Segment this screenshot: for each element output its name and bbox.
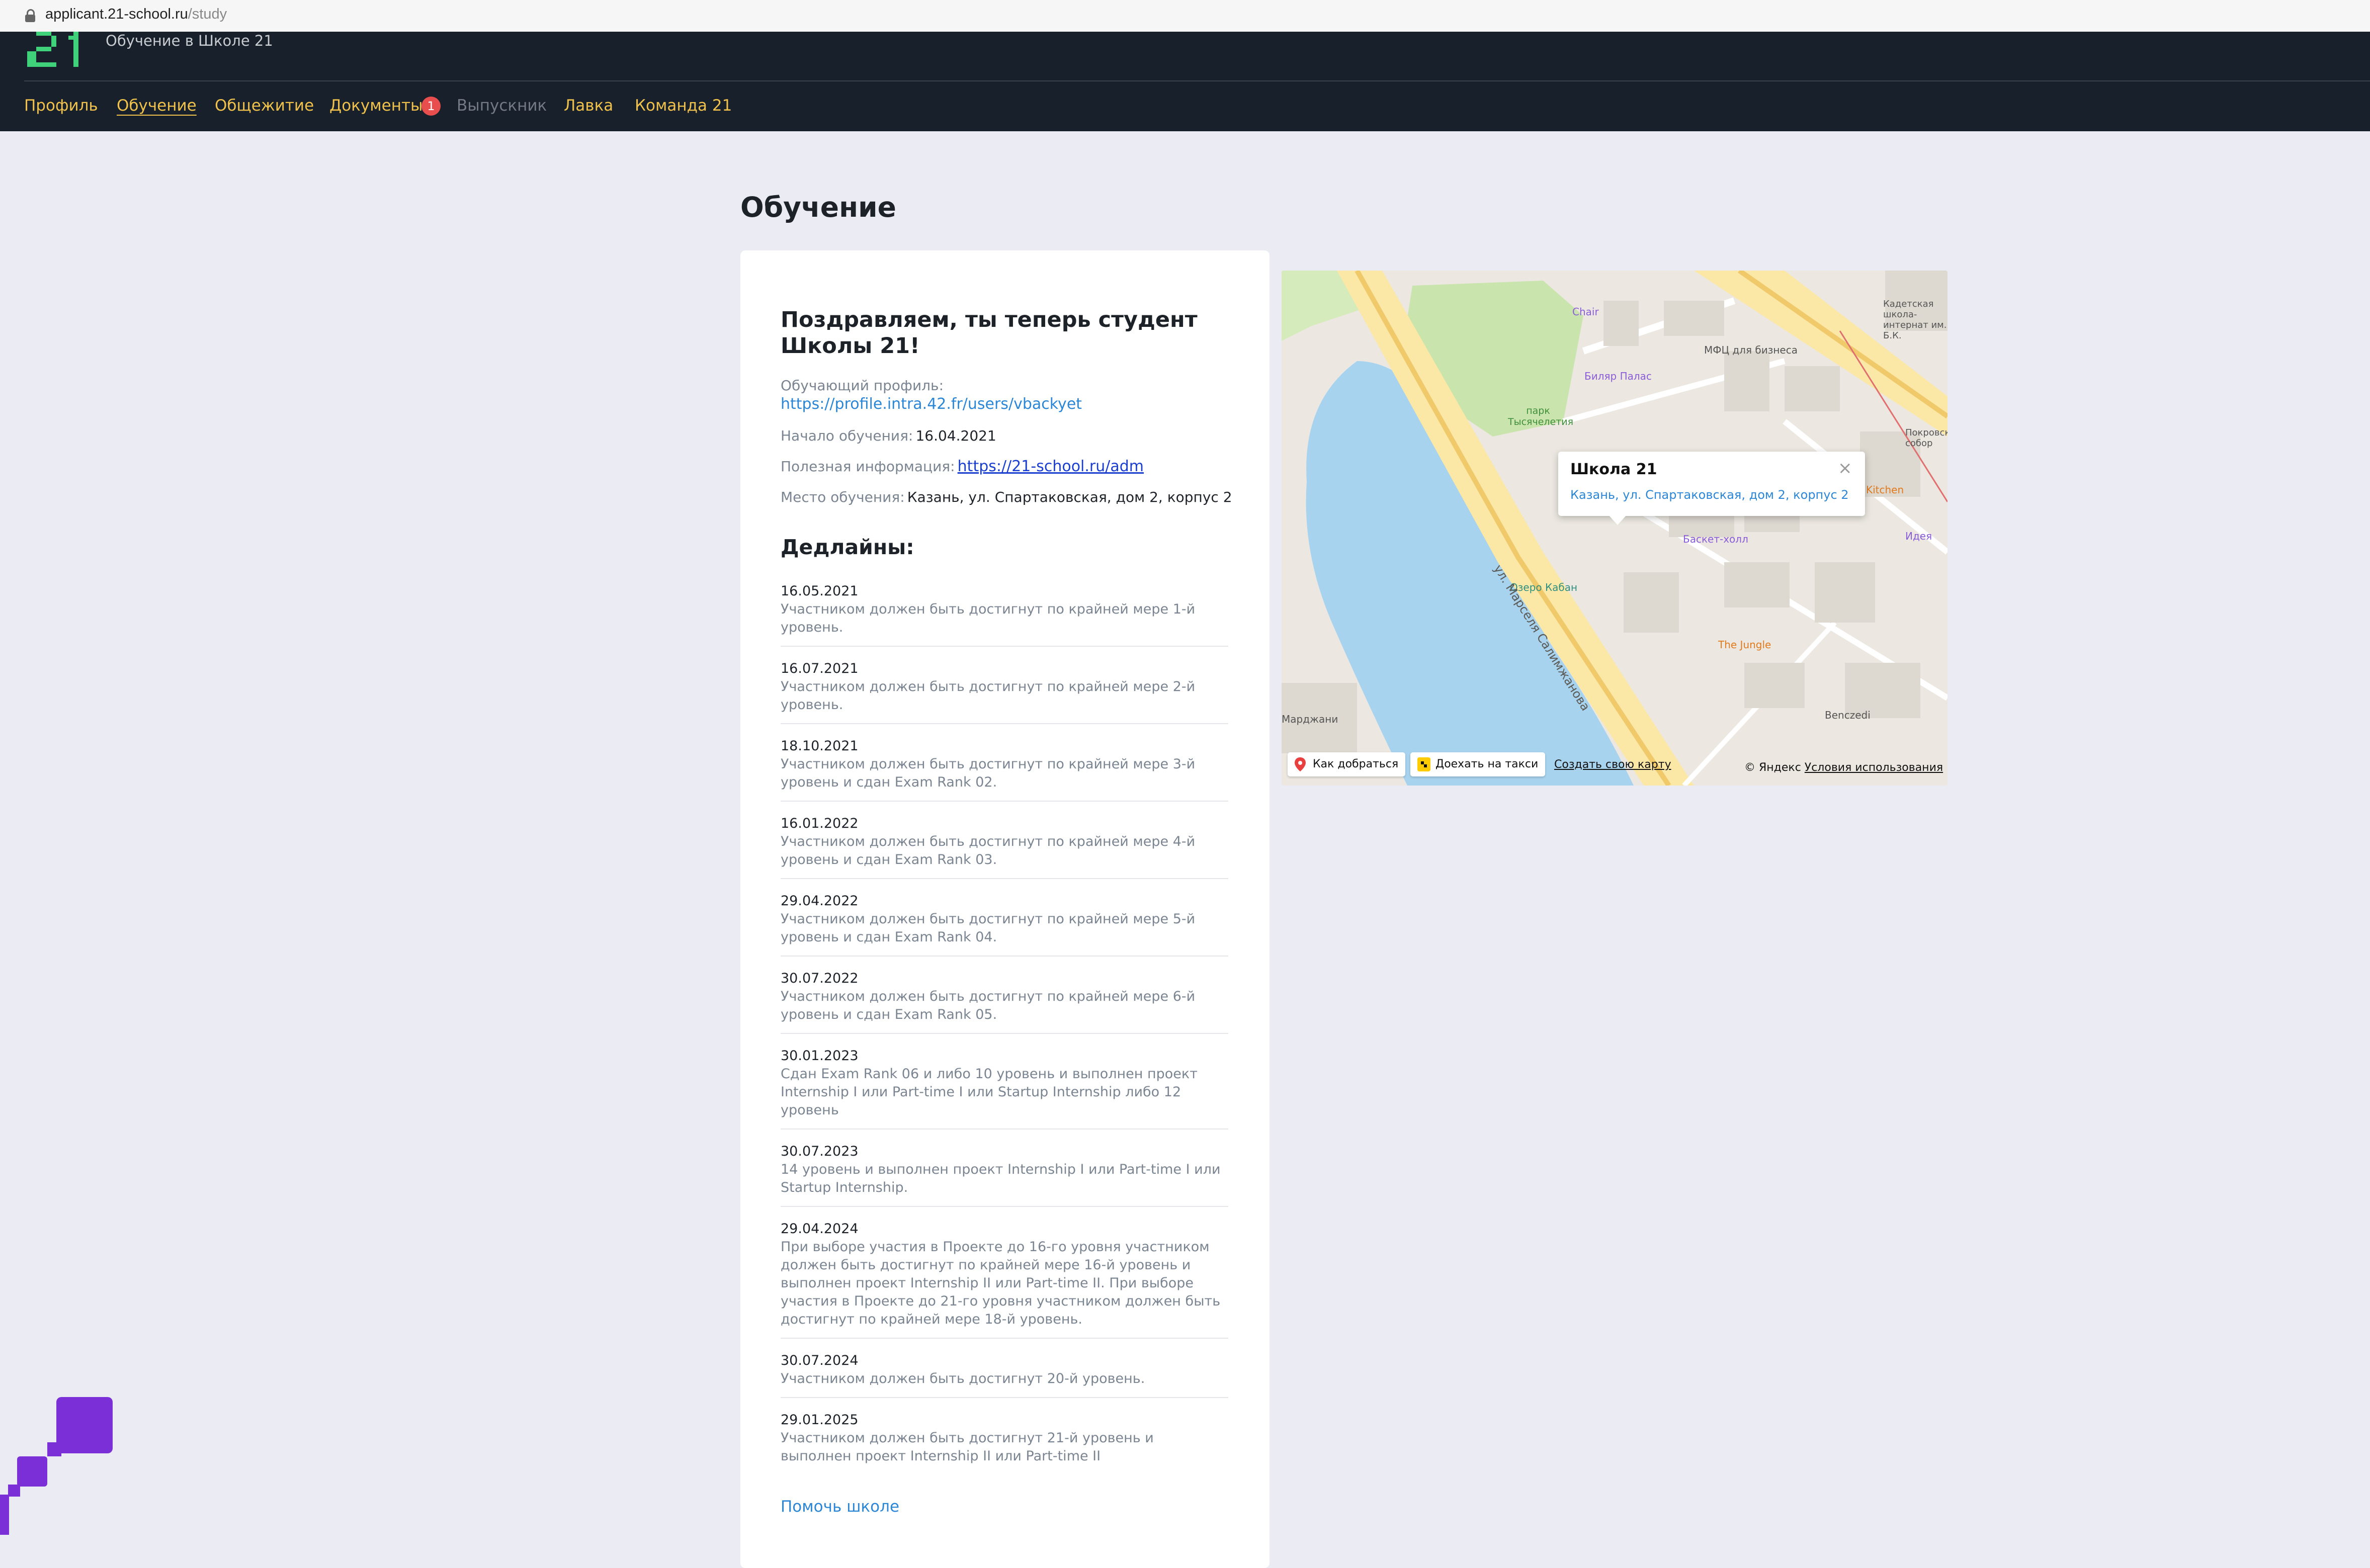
poi-benczedi[interactable]: Benczedi — [1825, 709, 1871, 721]
deadline-item: 16.05.2021 Участником должен быть достигн… — [781, 582, 1228, 647]
deadline-text: Участником должен быть достигнут 21-й ур… — [781, 1430, 1154, 1464]
top-navigation — [0, 32, 2370, 131]
deadline-date: 29.04.2024 — [781, 1221, 859, 1237]
poi-chair[interactable]: Chair — [1572, 306, 1599, 318]
url-path: /study — [188, 6, 227, 22]
popup-title: Школа 21 — [1570, 461, 1657, 478]
nav-team-21[interactable]: Команда 21 — [635, 97, 732, 115]
deadline-text: 14 уровень и выполнен проект Internship … — [781, 1162, 1221, 1195]
place-value: Казань, ул. Спартаковская, дом 2, корпус… — [907, 489, 1232, 505]
yandex-map[interactable]: Chair МФЦ для бизнеса Биляр Палас парк Т… — [1282, 271, 1948, 786]
lock-icon — [25, 9, 35, 22]
terms-link[interactable]: Условия использования — [1805, 761, 1943, 774]
copyright-text: © Яндекс — [1744, 761, 1801, 774]
poi-kitchen[interactable]: Kitchen — [1866, 484, 1904, 496]
poi-cadet-school[interactable]: Кадетская школа-интернат им. Б.К. — [1883, 299, 1948, 341]
deadline-item: 30.07.2022 Участником должен быть достигн… — [781, 970, 1228, 1034]
deadlines-title: Дедлайны: — [781, 535, 914, 559]
deadline-date: 30.07.2023 — [781, 1144, 859, 1159]
deadline-text: Сдан Exam Rank 06 и либо 10 уровень и вы… — [781, 1066, 1198, 1118]
congrats-title: Поздравляем, ты теперь студент Школы 21! — [781, 307, 1198, 359]
poi-bilyar-palace[interactable]: Биляр Палас — [1584, 370, 1652, 382]
decorative-purple-shape — [0, 1397, 113, 1535]
poi-mardzhani[interactable]: Марджани — [1282, 713, 1338, 725]
deadlines-list: 16.05.2021 Участником должен быть достигн… — [781, 582, 1228, 1488]
taxi-button-label: Доехать на такси — [1435, 758, 1539, 770]
documents-badge: 1 — [421, 97, 441, 116]
deadline-item: 29.04.2022 Участником должен быть достигн… — [781, 892, 1228, 956]
useful-link[interactable]: https://21-school.ru/adm — [958, 458, 1144, 475]
create-map-link[interactable]: Создать свою карту — [1554, 758, 1671, 771]
poi-basket-hall[interactable]: Баскет-холл — [1683, 533, 1748, 545]
popup-address[interactable]: Казань, ул. Спартаковская, дом 2, корпус… — [1570, 488, 1849, 502]
useful-label: Полезная информация: — [781, 458, 955, 475]
poi-ideya[interactable]: Идея — [1905, 530, 1932, 542]
deadline-item: 30.01.2023 Сдан Exam Rank 06 и либо 10 ур… — [781, 1047, 1228, 1129]
map-popup[interactable]: Школа 21 Казань, ул. Спартаковская, дом … — [1558, 452, 1865, 525]
nav-dormitory[interactable]: Общежитие — [215, 97, 314, 115]
place-row: Место обучения: Казань, ул. Спартаковска… — [781, 489, 1232, 505]
logo-caption: Обучение в Школе 21 — [106, 32, 273, 49]
deadline-text: Участником должен быть достигнут по край… — [781, 756, 1196, 790]
url-host: applicant.21-school.ru — [45, 6, 188, 22]
browser-url-bar[interactable]: applicant.21-school.ru/study — [0, 0, 2370, 33]
deadline-date: 30.07.2024 — [781, 1353, 859, 1368]
start-value: 16.04.2021 — [915, 427, 996, 444]
map-copyright: © Яндекс Условия использования — [1744, 761, 1943, 774]
close-icon[interactable]: × — [1838, 460, 1852, 477]
start-date-row: Начало обучения: 16.04.2021 — [781, 427, 996, 444]
nav-graduate: Выпускник — [457, 97, 547, 115]
nav-documents[interactable]: Документы — [329, 97, 423, 115]
deadline-item: 29.01.2025 Участником должен быть достигн… — [781, 1411, 1228, 1474]
url-text[interactable]: applicant.21-school.ru/study — [45, 6, 227, 23]
route-button-label: Как добраться — [1313, 758, 1399, 770]
deadline-date: 29.01.2025 — [781, 1412, 859, 1428]
deadline-date: 29.04.2022 — [781, 893, 859, 909]
deadline-date: 16.07.2021 — [781, 661, 859, 676]
deadline-date: 30.01.2023 — [781, 1048, 859, 1064]
deadline-item: 30.07.2024 Участником должен быть достигн… — [781, 1352, 1228, 1398]
profile-label: Обучающий профиль: — [781, 377, 944, 394]
deadline-item: 18.10.2021 Участником должен быть достигн… — [781, 737, 1228, 802]
deadline-item: 29.04.2024 При выборе участия в Проекте д… — [781, 1220, 1228, 1339]
poi-pokrovsky-cathedral[interactable]: Покровский собор — [1905, 427, 1948, 449]
taxi-button[interactable]: Доехать на такси — [1410, 752, 1546, 776]
poi-mfc[interactable]: МФЦ для бизнеса — [1704, 344, 1798, 356]
profile-link[interactable]: https://profile.intra.42.fr/users/vbacky… — [781, 395, 1082, 413]
deadline-date: 16.05.2021 — [781, 583, 859, 599]
place-label: Место обучения: — [781, 489, 905, 505]
nav-divider — [24, 80, 2370, 81]
deadline-text: Участником должен быть достигнут 20-й ур… — [781, 1371, 1145, 1386]
nav-study[interactable]: Обучение — [117, 97, 197, 115]
useful-info-row: Полезная информация: https://21-school.r… — [781, 458, 1144, 475]
nav-shop[interactable]: Лавка — [564, 97, 613, 115]
deadline-date: 16.01.2022 — [781, 816, 859, 831]
deadline-text: Участником должен быть достигнут по край… — [781, 679, 1196, 713]
nav-profile[interactable]: Профиль — [24, 97, 98, 115]
popup-tail — [1609, 515, 1627, 525]
deadline-date: 18.10.2021 — [781, 738, 859, 754]
route-button[interactable]: Как добраться — [1288, 752, 1406, 776]
study-card: Поздравляем, ты теперь студент Школы 21!… — [740, 250, 1269, 1568]
poi-the-jungle[interactable]: The Jungle — [1718, 639, 1771, 651]
deadline-date: 30.07.2022 — [781, 971, 859, 986]
map-background — [1282, 271, 1948, 786]
deadline-text: Участником должен быть достигнут по край… — [781, 911, 1196, 945]
deadline-text: Участником должен быть достигнут по край… — [781, 834, 1196, 867]
location-pin-icon — [1295, 757, 1306, 771]
deadline-item: 16.01.2022 Участником должен быть достигн… — [781, 815, 1228, 879]
start-label: Начало обучения: — [781, 427, 913, 444]
taxi-icon — [1417, 757, 1430, 771]
deadline-text: При выборе участия в Проекте до 16-го ур… — [781, 1239, 1221, 1327]
school-21-logo[interactable] — [24, 32, 84, 67]
help-school-link[interactable]: Помочь школе — [781, 1498, 899, 1516]
deadline-item: 30.07.2023 14 уровень и выполнен проект I… — [781, 1143, 1228, 1207]
deadline-item: 16.07.2021 Участником должен быть достигн… — [781, 660, 1228, 724]
poi-millennium-park[interactable]: парк Тысячелетия — [1508, 405, 1573, 427]
page-title: Обучение — [740, 191, 896, 223]
deadline-text: Участником должен быть достигнут по край… — [781, 601, 1196, 635]
deadline-text: Участником должен быть достигнут по край… — [781, 989, 1196, 1022]
